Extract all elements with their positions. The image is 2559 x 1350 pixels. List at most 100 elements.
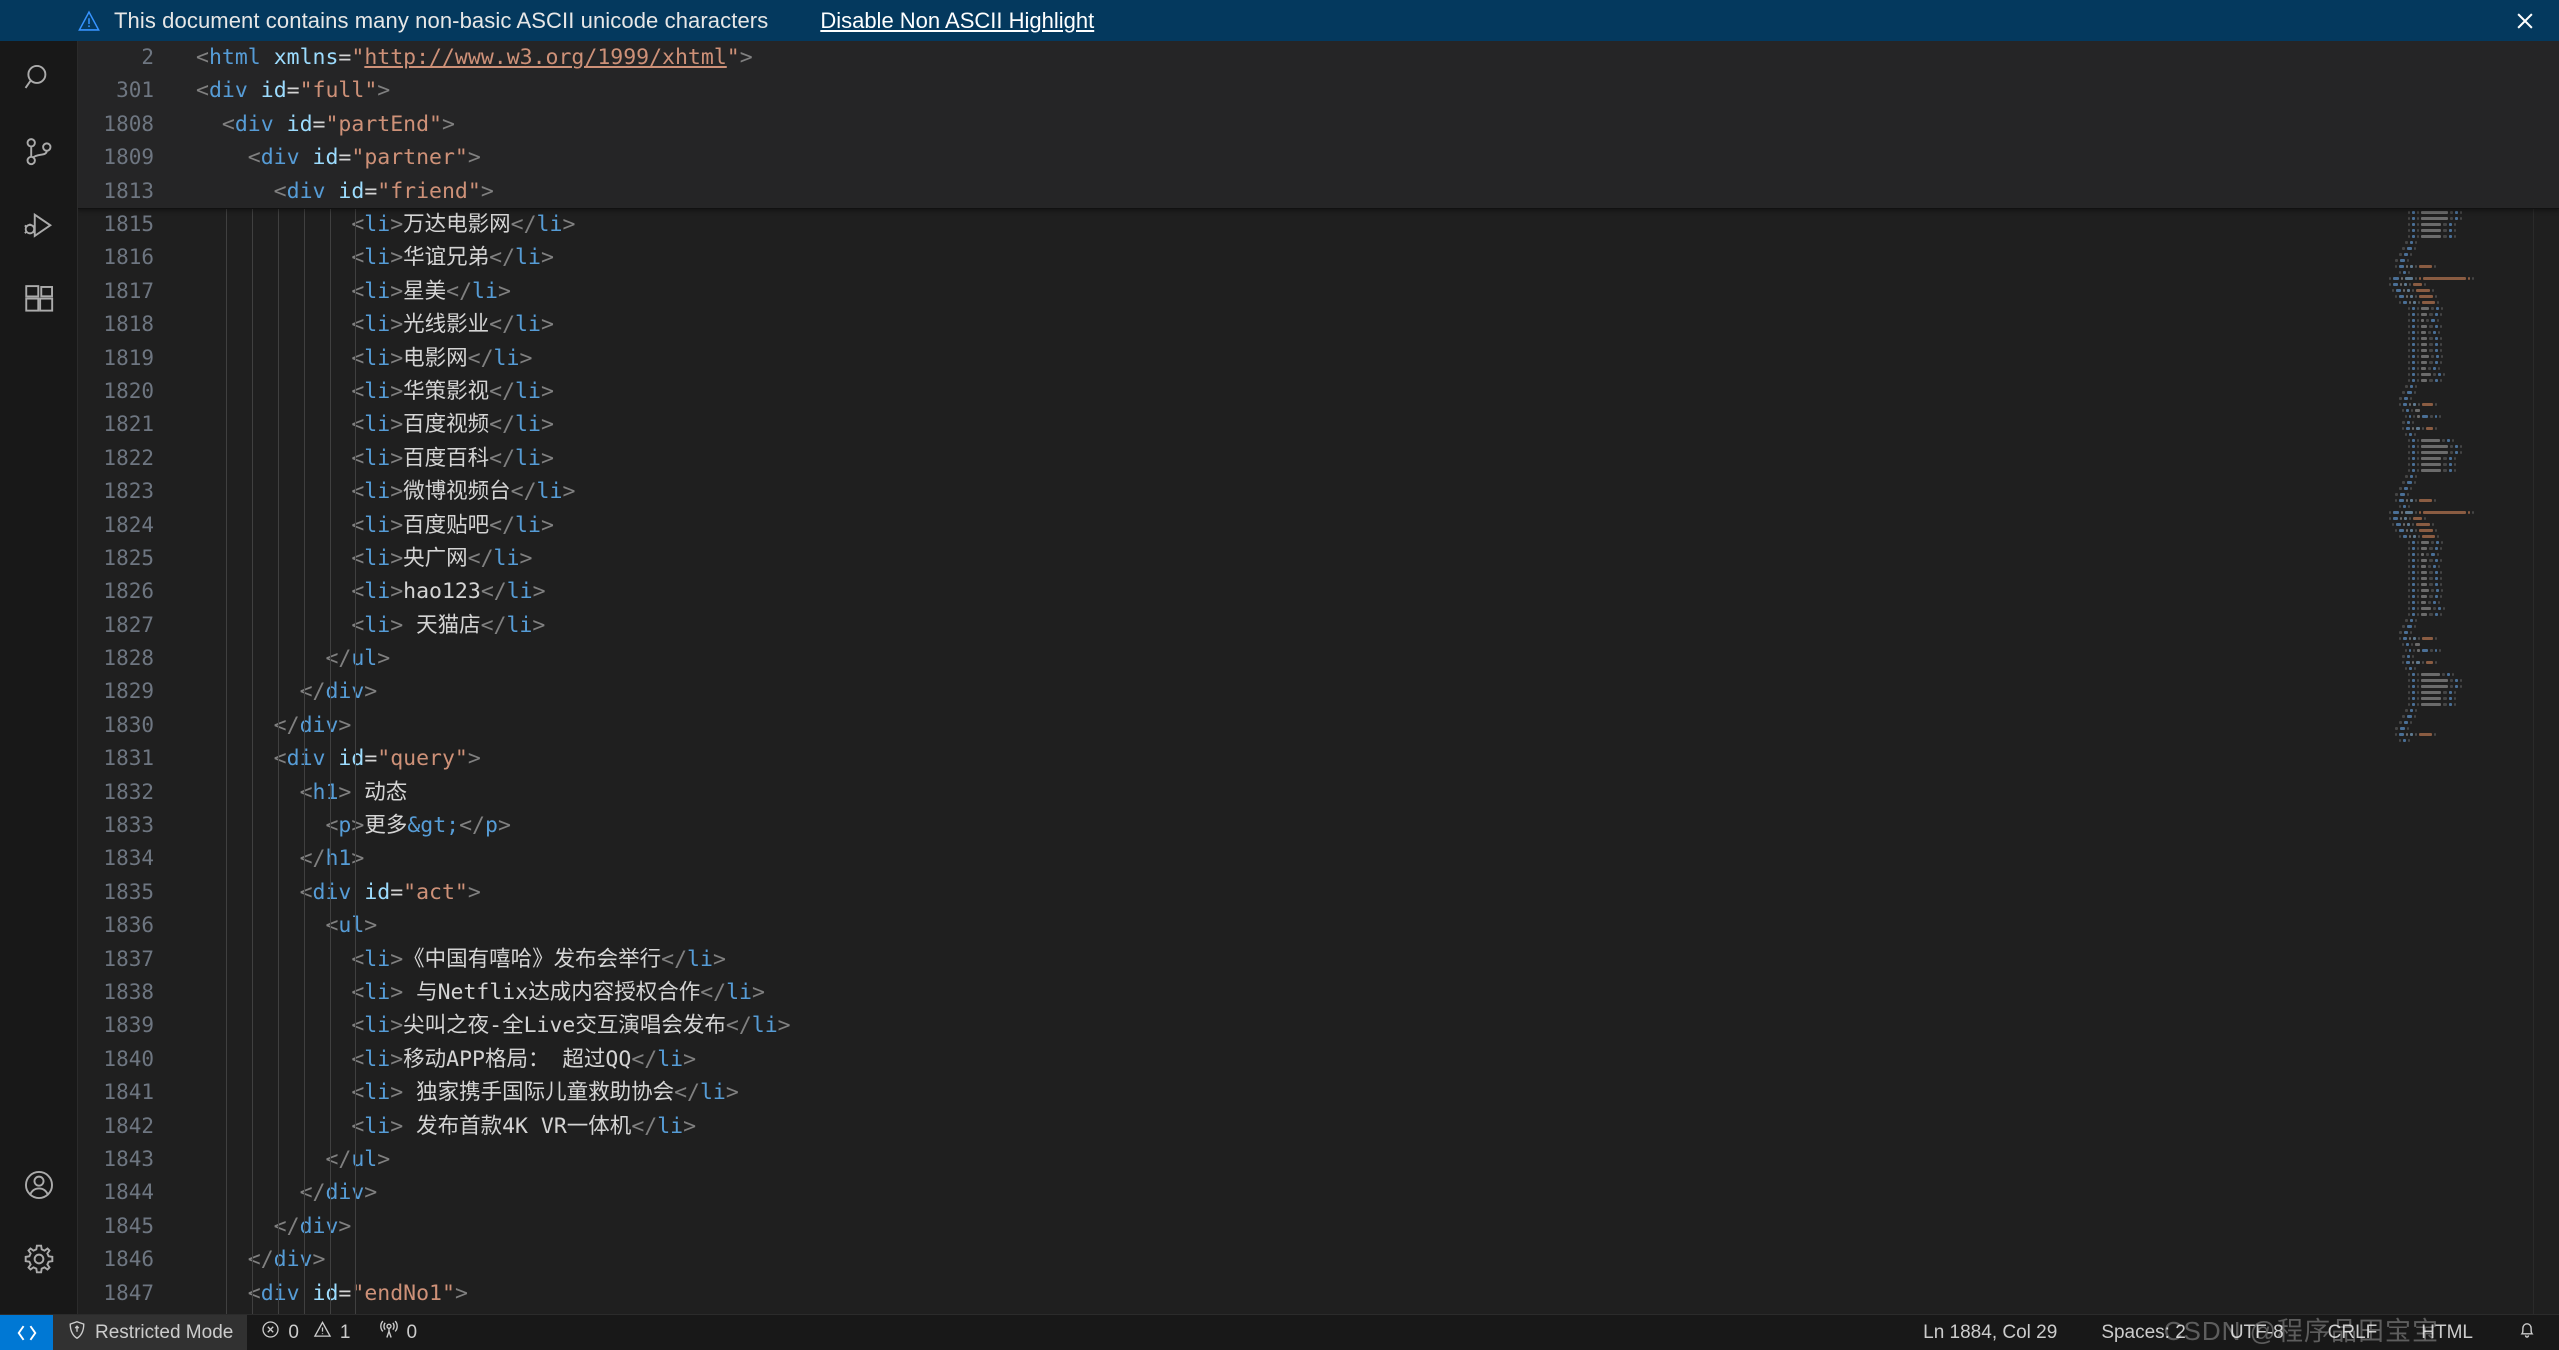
sticky-code-line[interactable]: 1809 <div id="partner">	[78, 141, 2559, 174]
code-line-text[interactable]: <li>光线影业</li>	[196, 308, 2559, 341]
sticky-code-line[interactable]: 1813 <div id="friend">	[78, 175, 2559, 208]
code-line[interactable]: 1832 <h1> 动态	[78, 776, 2559, 809]
code-line[interactable]: 1817 <li>星美</li>	[78, 275, 2559, 308]
code-line-text[interactable]: <li>尖叫之夜-全Live交互演唱会发布</li>	[196, 1009, 2559, 1042]
minimap[interactable]	[2383, 41, 2533, 1314]
code-line-text[interactable]: <li>央广网</li>	[196, 542, 2559, 575]
code-line-text[interactable]: <ul>	[196, 909, 2559, 942]
code-line-text[interactable]: </div>	[196, 1210, 2559, 1243]
code-line-text[interactable]: <html xmlns="http://www.w3.org/1999/xhtm…	[196, 41, 2559, 74]
code-line-text[interactable]: <li> 独家携手国际儿童救助协会</li>	[196, 1076, 2559, 1109]
overview-ruler-scrollbar[interactable]	[2533, 41, 2559, 1314]
status-eol[interactable]: CRLF	[2306, 1315, 2400, 1350]
code-line[interactable]: 1827 <li> 天猫店</li>	[78, 609, 2559, 642]
code-line[interactable]: 1836 <ul>	[78, 909, 2559, 942]
code-line-text[interactable]: <li> 天猫店</li>	[196, 609, 2559, 642]
code-line[interactable]: 1828 </ul>	[78, 642, 2559, 675]
account-icon[interactable]	[0, 1148, 78, 1222]
extensions-icon[interactable]	[0, 263, 78, 337]
status-encoding[interactable]: UTF-8	[2208, 1315, 2306, 1350]
code-line-text[interactable]: <div id="partEnd">	[196, 108, 2559, 141]
remote-window-icon[interactable]	[0, 1315, 53, 1350]
code-line[interactable]: 1816 <li>华谊兄弟</li>	[78, 241, 2559, 274]
sticky-code-line[interactable]: 301<div id="full">	[78, 74, 2559, 107]
code-line-text[interactable]: <div id="act">	[196, 876, 2559, 909]
code-line[interactable]: 1839 <li>尖叫之夜-全Live交互演唱会发布</li>	[78, 1009, 2559, 1042]
code-line-text[interactable]: <li>百度贴吧</li>	[196, 509, 2559, 542]
code-line[interactable]: 1823 <li>微博视频台</li>	[78, 475, 2559, 508]
sticky-code-line[interactable]: 1808 <div id="partEnd">	[78, 108, 2559, 141]
disable-non-ascii-highlight-link[interactable]: Disable Non ASCII Highlight	[820, 8, 1094, 34]
code-line[interactable]: 1835 <div id="act">	[78, 876, 2559, 909]
code-content[interactable]: 1815 <li>万达电影网</li>1816 <li>华谊兄弟</li>181…	[78, 41, 2559, 1314]
code-line-text[interactable]: <li>移动APP格局： 超过QQ</li>	[196, 1043, 2559, 1076]
code-line[interactable]: 1822 <li>百度百科</li>	[78, 442, 2559, 475]
code-line-text[interactable]: <li> 与Netflix达成内容授权合作</li>	[196, 976, 2559, 1009]
settings-gear-icon[interactable]	[0, 1222, 78, 1296]
code-line[interactable]: 1847 <div id="endNo1">	[78, 1277, 2559, 1310]
code-line-text[interactable]: <div id="query">	[196, 742, 2559, 775]
code-line-text[interactable]: <li>电影网</li>	[196, 342, 2559, 375]
status-problems[interactable]: 0 1	[247, 1315, 364, 1350]
code-line[interactable]: 1843 </ul>	[78, 1143, 2559, 1176]
code-line-text[interactable]: <div id="partner">	[196, 141, 2559, 174]
code-line-text[interactable]: <h1> 动态	[196, 776, 2559, 809]
code-line[interactable]: 1825 <li>央广网</li>	[78, 542, 2559, 575]
code-line-text[interactable]: </div>	[196, 709, 2559, 742]
status-ports[interactable]: 0	[365, 1315, 432, 1350]
code-line-text[interactable]: </div>	[196, 1176, 2559, 1209]
code-line-text[interactable]: <div id="friend">	[196, 175, 2559, 208]
code-line-text[interactable]: <li>hao123</li>	[196, 575, 2559, 608]
code-line-text[interactable]: <li>星美</li>	[196, 275, 2559, 308]
close-icon[interactable]	[2509, 5, 2541, 37]
code-line-text[interactable]: </ul>	[196, 642, 2559, 675]
code-line[interactable]: 1834 </h1>	[78, 842, 2559, 875]
code-line[interactable]: 1829 </div>	[78, 675, 2559, 708]
code-line[interactable]: 1824 <li>百度贴吧</li>	[78, 509, 2559, 542]
code-line-text[interactable]: </div>	[196, 675, 2559, 708]
code-line-text[interactable]: </ul>	[196, 1143, 2559, 1176]
sticky-scroll-header[interactable]: 2<html xmlns="http://www.w3.org/1999/xht…	[78, 41, 2559, 208]
code-line[interactable]: 1815 <li>万达电影网</li>	[78, 208, 2559, 241]
editor-scroll-body[interactable]: 1815 <li>万达电影网</li>1816 <li>华谊兄弟</li>181…	[78, 208, 2559, 1314]
code-line[interactable]: 1818 <li>光线影业</li>	[78, 308, 2559, 341]
code-line[interactable]: 1838 <li> 与Netflix达成内容授权合作</li>	[78, 976, 2559, 1009]
code-line[interactable]: 1837 <li>《中国有嘻哈》发布会举行</li>	[78, 943, 2559, 976]
run-and-debug-icon[interactable]	[0, 189, 78, 263]
code-line-text[interactable]: <li>华策影视</li>	[196, 375, 2559, 408]
code-line-text[interactable]: </h1>	[196, 842, 2559, 875]
status-cursor-position[interactable]: Ln 1884, Col 29	[1901, 1315, 2079, 1350]
source-control-icon[interactable]	[0, 115, 78, 189]
status-language-mode[interactable]: HTML	[2399, 1315, 2495, 1350]
code-line[interactable]: 1841 <li> 独家携手国际儿童救助协会</li>	[78, 1076, 2559, 1109]
sticky-code-line[interactable]: 2<html xmlns="http://www.w3.org/1999/xht…	[78, 41, 2559, 74]
code-line-text[interactable]: <p>更多&gt;</p>	[196, 809, 2559, 842]
status-restricted-mode[interactable]: Restricted Mode	[53, 1315, 247, 1350]
code-line-text[interactable]: <div id="full">	[196, 74, 2559, 107]
code-line[interactable]: 1844 </div>	[78, 1176, 2559, 1209]
code-line[interactable]: 1819 <li>电影网</li>	[78, 342, 2559, 375]
code-line[interactable]: 1831 <div id="query">	[78, 742, 2559, 775]
code-line[interactable]: 1821 <li>百度视频</li>	[78, 408, 2559, 441]
code-line[interactable]: 1833 <p>更多&gt;</p>	[78, 809, 2559, 842]
code-line[interactable]: 1830 </div>	[78, 709, 2559, 742]
code-line-text[interactable]: <div id="endNo1">	[196, 1277, 2559, 1310]
code-line-text[interactable]: <li>百度视频</li>	[196, 408, 2559, 441]
search-icon[interactable]	[0, 41, 78, 115]
code-line[interactable]: 1846 </div>	[78, 1243, 2559, 1276]
code-line[interactable]: 1845 </div>	[78, 1210, 2559, 1243]
code-line[interactable]: 1826 <li>hao123</li>	[78, 575, 2559, 608]
code-line-text[interactable]: <li>《中国有嘻哈》发布会举行</li>	[196, 943, 2559, 976]
code-line-text[interactable]: <li>华谊兄弟</li>	[196, 241, 2559, 274]
code-line-text[interactable]: <li>万达电影网</li>	[196, 208, 2559, 241]
status-indentation[interactable]: Spaces: 2	[2079, 1315, 2208, 1350]
code-line-text[interactable]: </div>	[196, 1243, 2559, 1276]
status-notifications[interactable]	[2495, 1315, 2559, 1350]
code-line[interactable]: 1840 <li>移动APP格局： 超过QQ</li>	[78, 1043, 2559, 1076]
code-line[interactable]: 1842 <li> 发布首款4K VR一体机</li>	[78, 1110, 2559, 1143]
code-line[interactable]: 1820 <li>华策影视</li>	[78, 375, 2559, 408]
code-line-text[interactable]: <li>百度百科</li>	[196, 442, 2559, 475]
editor-pane[interactable]: 1815 <li>万达电影网</li>1816 <li>华谊兄弟</li>181…	[78, 41, 2559, 1314]
code-line-text[interactable]: <li>微博视频台</li>	[196, 475, 2559, 508]
code-line-text[interactable]: <li> 发布首款4K VR一体机</li>	[196, 1110, 2559, 1143]
